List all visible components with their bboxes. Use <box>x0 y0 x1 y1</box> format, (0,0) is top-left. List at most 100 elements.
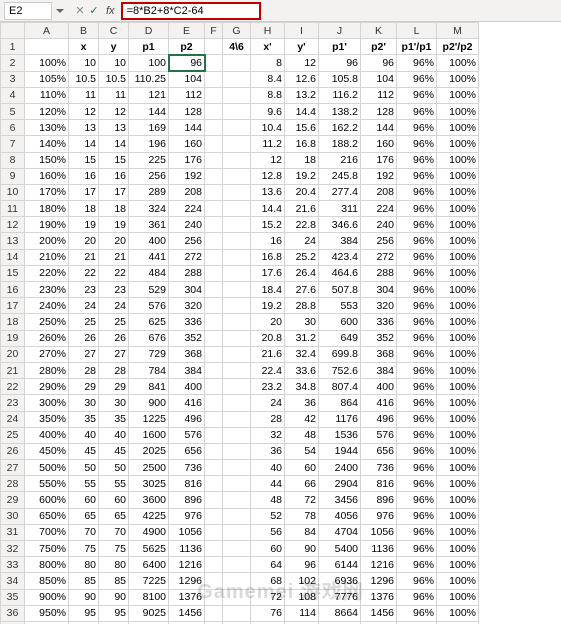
cell-M15[interactable]: 100% <box>437 265 479 281</box>
cell-H13[interactable]: 16 <box>251 233 285 249</box>
formula-input[interactable]: =8*B2+8*C2-64 <box>121 2 261 20</box>
cell-C16[interactable]: 23 <box>99 282 129 298</box>
cell-K16[interactable]: 304 <box>361 282 397 298</box>
cell-L17[interactable]: 96% <box>397 298 437 314</box>
row-header-26[interactable]: 26 <box>1 443 25 459</box>
cell-K29[interactable]: 896 <box>361 492 397 508</box>
row-header-23[interactable]: 23 <box>1 395 25 411</box>
row-header-34[interactable]: 34 <box>1 573 25 589</box>
cell-M16[interactable]: 100% <box>437 282 479 298</box>
cell-M19[interactable]: 100% <box>437 330 479 346</box>
cell-H9[interactable]: 12.8 <box>251 168 285 184</box>
row-header-6[interactable]: 6 <box>1 120 25 136</box>
cell-D23[interactable]: 900 <box>129 395 169 411</box>
cell-M6[interactable]: 100% <box>437 120 479 136</box>
cell-B3[interactable]: 10.5 <box>69 71 99 87</box>
cell-M18[interactable]: 100% <box>437 314 479 330</box>
row-header-9[interactable]: 9 <box>1 168 25 184</box>
cell-F27[interactable] <box>205 460 223 476</box>
cell-J12[interactable]: 346.6 <box>319 217 361 233</box>
cell-K8[interactable]: 176 <box>361 152 397 168</box>
cell-B34[interactable]: 85 <box>69 573 99 589</box>
cell-I35[interactable]: 108 <box>285 589 319 605</box>
cell-C32[interactable]: 75 <box>99 541 129 557</box>
cell-E20[interactable]: 368 <box>169 346 205 362</box>
cell-I19[interactable]: 31.2 <box>285 330 319 346</box>
cell-M17[interactable]: 100% <box>437 298 479 314</box>
cell-H5[interactable]: 9.6 <box>251 103 285 119</box>
cell-B7[interactable]: 14 <box>69 136 99 152</box>
cell-F21[interactable] <box>205 362 223 378</box>
cell-G25[interactable] <box>223 427 251 443</box>
cell-F9[interactable] <box>205 168 223 184</box>
cell-B18[interactable]: 25 <box>69 314 99 330</box>
cell-K30[interactable]: 976 <box>361 508 397 524</box>
cell-J18[interactable]: 600 <box>319 314 361 330</box>
cell-F30[interactable] <box>205 508 223 524</box>
cell-A15[interactable]: 220% <box>25 265 69 281</box>
cell-F36[interactable] <box>205 605 223 621</box>
cell-K6[interactable]: 144 <box>361 120 397 136</box>
row-header-12[interactable]: 12 <box>1 217 25 233</box>
cell-H27[interactable]: 40 <box>251 460 285 476</box>
cell-L5[interactable]: 96% <box>397 103 437 119</box>
cell-D17[interactable]: 576 <box>129 298 169 314</box>
cell-E17[interactable]: 320 <box>169 298 205 314</box>
cell-J27[interactable]: 2400 <box>319 460 361 476</box>
cell-B6[interactable]: 13 <box>69 120 99 136</box>
cell-A4[interactable]: 110% <box>25 87 69 103</box>
cell-G15[interactable] <box>223 265 251 281</box>
cell-M5[interactable]: 100% <box>437 103 479 119</box>
cell-M34[interactable]: 100% <box>437 573 479 589</box>
cell-D3[interactable]: 110.25 <box>129 71 169 87</box>
cell-H23[interactable]: 24 <box>251 395 285 411</box>
cell-A2[interactable]: 100% <box>25 55 69 71</box>
cell-D4[interactable]: 121 <box>129 87 169 103</box>
row-header-29[interactable]: 29 <box>1 492 25 508</box>
cell-G18[interactable] <box>223 314 251 330</box>
cell-I30[interactable]: 78 <box>285 508 319 524</box>
cell-J5[interactable]: 138.2 <box>319 103 361 119</box>
cell-L10[interactable]: 96% <box>397 184 437 200</box>
cell-E23[interactable]: 416 <box>169 395 205 411</box>
cell-F29[interactable] <box>205 492 223 508</box>
cell-H10[interactable]: 13.6 <box>251 184 285 200</box>
cell-J3[interactable]: 105.8 <box>319 71 361 87</box>
cell-M30[interactable]: 100% <box>437 508 479 524</box>
cell-E8[interactable]: 176 <box>169 152 205 168</box>
cell-H20[interactable]: 21.6 <box>251 346 285 362</box>
cell-D19[interactable]: 676 <box>129 330 169 346</box>
cell-G33[interactable] <box>223 557 251 573</box>
cell-D1[interactable]: p1 <box>129 39 169 55</box>
cell-L14[interactable]: 96% <box>397 249 437 265</box>
cell-K25[interactable]: 576 <box>361 427 397 443</box>
cell-C2[interactable]: 10 <box>99 55 129 71</box>
cell-I11[interactable]: 21.6 <box>285 201 319 217</box>
cell-A34[interactable]: 850% <box>25 573 69 589</box>
cell-E29[interactable]: 896 <box>169 492 205 508</box>
cell-A5[interactable]: 120% <box>25 103 69 119</box>
cell-C11[interactable]: 18 <box>99 201 129 217</box>
cell-I15[interactable]: 26.4 <box>285 265 319 281</box>
cell-J1[interactable]: p1' <box>319 39 361 55</box>
cell-J15[interactable]: 464.6 <box>319 265 361 281</box>
cell-D12[interactable]: 361 <box>129 217 169 233</box>
cell-D8[interactable]: 225 <box>129 152 169 168</box>
row-header-13[interactable]: 13 <box>1 233 25 249</box>
row-header-11[interactable]: 11 <box>1 201 25 217</box>
cell-D18[interactable]: 625 <box>129 314 169 330</box>
cell-C31[interactable]: 70 <box>99 524 129 540</box>
cell-E9[interactable]: 192 <box>169 168 205 184</box>
cell-M36[interactable]: 100% <box>437 605 479 621</box>
cell-F3[interactable] <box>205 71 223 87</box>
cell-E24[interactable]: 496 <box>169 411 205 427</box>
cell-H25[interactable]: 32 <box>251 427 285 443</box>
cell-K12[interactable]: 240 <box>361 217 397 233</box>
cell-G8[interactable] <box>223 152 251 168</box>
cell-G16[interactable] <box>223 282 251 298</box>
cell-C8[interactable]: 15 <box>99 152 129 168</box>
cell-G4[interactable] <box>223 87 251 103</box>
cell-M20[interactable]: 100% <box>437 346 479 362</box>
cell-B20[interactable]: 27 <box>69 346 99 362</box>
cell-E18[interactable]: 336 <box>169 314 205 330</box>
